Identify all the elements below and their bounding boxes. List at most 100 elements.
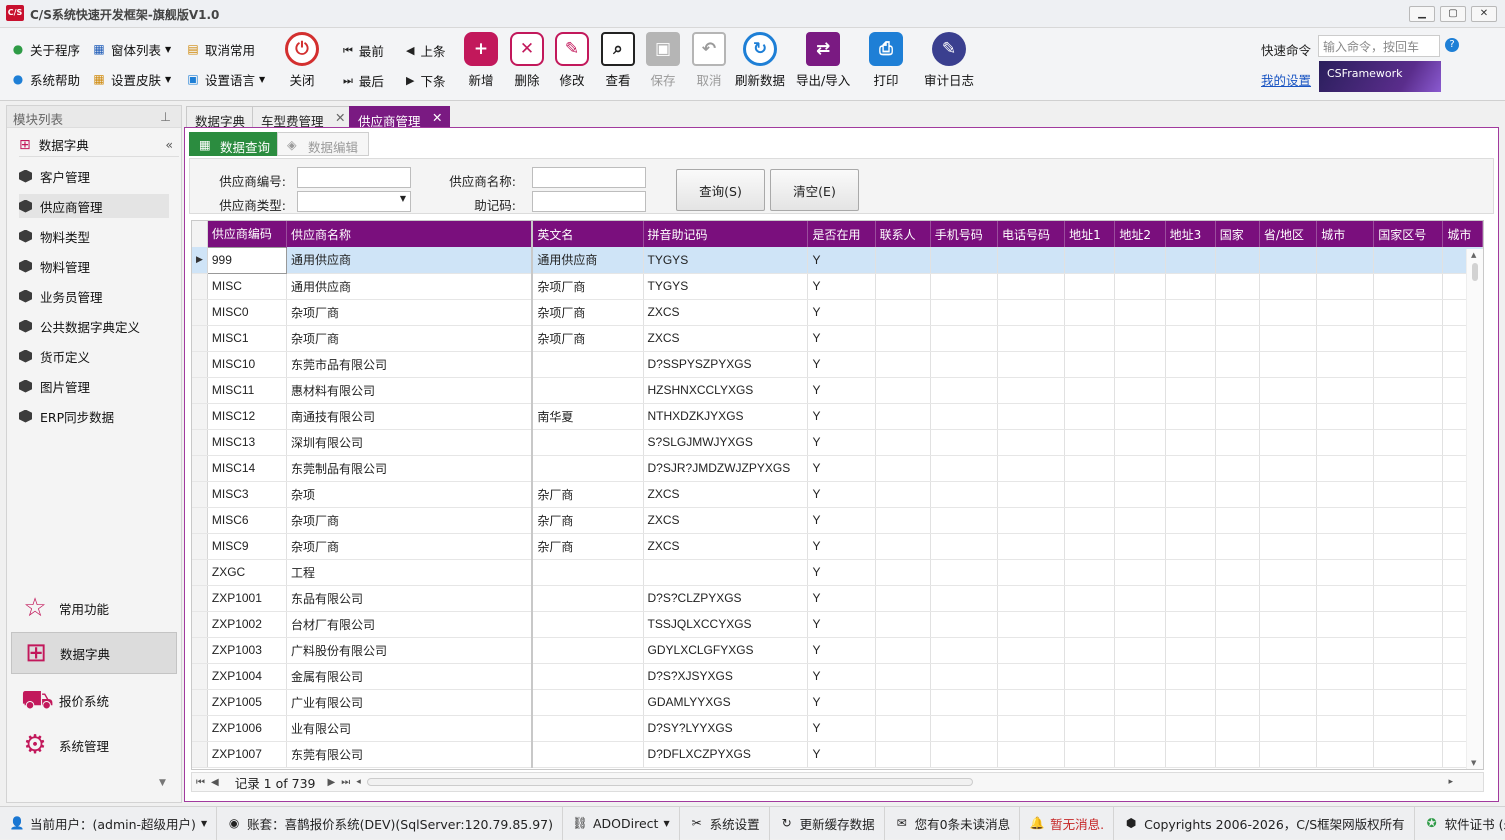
table-cell[interactable] (532, 741, 644, 768)
row-indicator[interactable] (192, 325, 208, 352)
table-cell[interactable] (875, 351, 931, 378)
table-cell[interactable] (1259, 533, 1318, 560)
first-page-icon[interactable]: ⏮ (196, 777, 205, 788)
table-cell[interactable] (930, 559, 998, 586)
table-cell[interactable] (1165, 481, 1216, 508)
table-cell[interactable] (1215, 637, 1260, 664)
table-cell[interactable] (1165, 585, 1216, 612)
table-cell[interactable] (997, 273, 1066, 300)
table-cell[interactable]: 杂项 (286, 481, 534, 508)
table-row[interactable]: MISC12 南通技有限公司 南华夏 NTHXDZKJYXGS Y (192, 403, 1483, 430)
table-cell[interactable] (1114, 351, 1166, 378)
table-cell[interactable]: 广料股份有限公司 (286, 637, 534, 664)
table-cell[interactable]: 工程 (286, 559, 534, 586)
table-cell[interactable] (930, 689, 998, 716)
minimize-button[interactable]: ▁ (1409, 6, 1435, 22)
table-cell[interactable]: 东品有限公司 (286, 585, 534, 612)
table-cell[interactable] (875, 429, 931, 456)
table-cell[interactable] (1165, 455, 1216, 482)
table-cell[interactable] (1114, 585, 1166, 612)
table-row[interactable]: ▶ 999 通用供应商 通用供应商 TYGYS Y (192, 246, 1483, 274)
table-cell[interactable] (1259, 481, 1318, 508)
table-cell[interactable] (1165, 351, 1216, 378)
table-cell[interactable] (997, 637, 1066, 664)
table-cell[interactable]: 通用供应商 (532, 247, 644, 274)
table-cell[interactable]: D?DFLXCZPYXGS (643, 741, 809, 768)
table-cell[interactable] (1215, 273, 1260, 300)
table-cell[interactable] (1064, 663, 1116, 690)
table-cell[interactable] (875, 533, 931, 560)
col-header[interactable]: 英文名 (531, 221, 644, 247)
table-cell[interactable] (875, 377, 931, 404)
table-cell[interactable] (532, 663, 644, 690)
table-cell[interactable] (1215, 663, 1260, 690)
table-cell[interactable]: 广业有限公司 (286, 689, 534, 716)
table-cell[interactable]: 杂项厂商 (532, 299, 644, 326)
table-cell[interactable] (1165, 273, 1216, 300)
next-page-icon[interactable]: ▶ (327, 777, 335, 788)
table-cell[interactable]: HZSHNXCCLYXGS (643, 377, 809, 404)
table-cell[interactable]: MISC11 (207, 377, 288, 404)
table-cell[interactable]: 999 (206, 246, 288, 274)
table-cell[interactable] (1064, 611, 1116, 638)
table-cell[interactable] (875, 507, 931, 534)
horizontal-scrollbar[interactable] (366, 778, 973, 786)
table-cell[interactable]: 通用供应商 (286, 247, 534, 274)
table-cell[interactable] (1259, 377, 1318, 404)
table-cell[interactable] (875, 715, 931, 742)
row-indicator[interactable] (192, 403, 208, 430)
table-cell[interactable]: Y (807, 533, 876, 560)
system-help-button[interactable]: ● 系统帮助 (10, 68, 80, 90)
table-cell[interactable] (1215, 351, 1260, 378)
table-cell[interactable] (1215, 377, 1260, 404)
table-cell[interactable] (1259, 507, 1318, 534)
table-cell[interactable] (930, 325, 998, 352)
table-cell[interactable] (1114, 455, 1166, 482)
table-cell[interactable]: MISC0 (207, 299, 288, 326)
table-cell[interactable]: Y (807, 611, 876, 638)
row-indicator[interactable] (192, 611, 208, 638)
col-header[interactable]: 供应商编码 (207, 221, 288, 247)
col-header[interactable]: 拼音助记码 (643, 221, 809, 247)
table-cell[interactable] (1064, 351, 1116, 378)
print-button[interactable]: ⎙ 打印 (869, 32, 903, 89)
table-cell[interactable] (1259, 247, 1318, 274)
system-settings-button[interactable]: ✂ 系统设置 (680, 806, 770, 840)
table-cell[interactable] (875, 247, 931, 274)
table-cell[interactable] (1114, 299, 1166, 326)
table-cell[interactable] (930, 611, 998, 638)
supplier-code-input[interactable] (297, 167, 411, 188)
table-cell[interactable] (532, 637, 644, 664)
row-indicator[interactable] (192, 273, 208, 300)
table-cell[interactable]: GDAMLYYXGS (643, 689, 809, 716)
close-button[interactable]: ⏻ 关闭 (285, 32, 319, 89)
table-cell[interactable]: D?SJR?JMDZWJZPYXGS (643, 455, 809, 482)
table-cell[interactable]: 通用供应商 (286, 273, 534, 300)
cancel-favorite-button[interactable]: ▤ 取消常用 (185, 38, 255, 60)
table-cell[interactable] (532, 611, 644, 638)
table-cell[interactable] (1215, 559, 1260, 586)
table-cell[interactable] (1064, 637, 1116, 664)
table-cell[interactable]: 南华夏 (532, 403, 644, 430)
prev-page-icon[interactable]: ◀ (211, 777, 219, 788)
table-cell[interactable] (997, 663, 1066, 690)
table-cell[interactable] (930, 247, 998, 274)
nav-quotation[interactable]: ⛟ 报价系统 (11, 679, 177, 721)
table-cell[interactable] (1259, 273, 1318, 300)
last-record-button[interactable]: ⏭ 最后 (343, 71, 384, 90)
table-cell[interactable] (1316, 325, 1375, 352)
supplier-type-select[interactable]: ▼ (297, 191, 411, 212)
table-cell[interactable] (1064, 689, 1116, 716)
table-cell[interactable]: ZXGC (207, 559, 288, 586)
table-cell[interactable]: MISC (207, 273, 288, 300)
table-cell[interactable] (1165, 741, 1216, 768)
table-cell[interactable] (1165, 429, 1216, 456)
table-cell[interactable] (1064, 715, 1116, 742)
table-cell[interactable] (1165, 533, 1216, 560)
table-cell[interactable] (930, 507, 998, 534)
table-cell[interactable] (1259, 741, 1318, 768)
table-cell[interactable]: ZXP1005 (207, 689, 288, 716)
table-cell[interactable] (1114, 637, 1166, 664)
table-cell[interactable] (1259, 351, 1318, 378)
table-cell[interactable] (1114, 559, 1166, 586)
